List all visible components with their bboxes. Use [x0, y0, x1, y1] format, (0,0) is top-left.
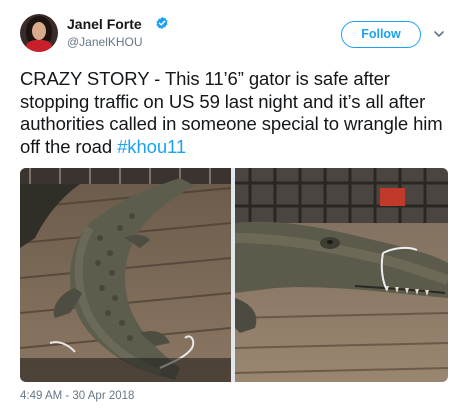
photo-gator-left[interactable]	[20, 168, 231, 382]
avatar[interactable]	[20, 14, 58, 52]
verified-badge-icon	[156, 16, 168, 30]
tweet-text: CRAZY STORY - This 11’6” gator is safe a…	[20, 68, 460, 158]
author-handle[interactable]: @JanelKHOU	[67, 35, 143, 49]
photo-gator-right[interactable]	[235, 168, 448, 382]
tweet-timestamp[interactable]: 4:49 AM - 30 Apr 2018	[20, 390, 134, 402]
author-name[interactable]: Janel Forte	[67, 16, 142, 32]
tweet-header: Janel Forte @JanelKHOU Follow	[0, 0, 466, 56]
tweet-body: CRAZY STORY - This 11’6” gator is safe a…	[20, 68, 443, 157]
tweet-media[interactable]	[20, 168, 448, 382]
follow-button[interactable]: Follow	[341, 21, 421, 48]
chevron-down-icon[interactable]	[433, 28, 445, 40]
hashtag-link[interactable]: #khou11	[117, 136, 186, 157]
